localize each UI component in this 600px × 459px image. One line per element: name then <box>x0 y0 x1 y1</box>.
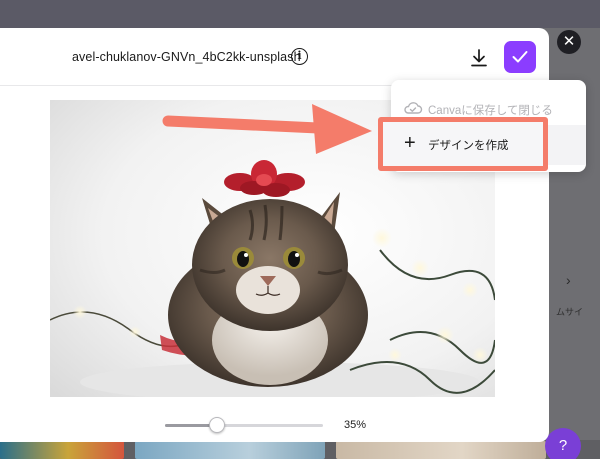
zoom-slider-thumb[interactable] <box>209 417 226 433</box>
background-thumbnail <box>0 441 124 459</box>
create-design-label: デザインを作成 <box>428 140 509 152</box>
background-thumbnail <box>336 441 546 459</box>
chevron-right-icon: › <box>566 272 571 288</box>
checkmark-icon <box>512 51 528 63</box>
zoom-level: 35% <box>344 419 367 431</box>
info-icon[interactable]: i <box>291 48 308 65</box>
file-name: avel-chuklanov-GNVn_4bC2kk-unsplash <box>72 50 301 64</box>
plus-icon: + <box>404 132 416 154</box>
app-background-top <box>0 0 600 28</box>
background-thumbnail <box>135 441 325 459</box>
help-label: ? <box>558 437 568 454</box>
background-side-text: ムサイ <box>556 307 584 317</box>
cloud-check-icon <box>404 102 423 114</box>
save-and-close-label: Canvaに保存して閉じる <box>428 105 553 117</box>
modal-header: avel-chuklanov-GNVn_4bC2kk-unsplash i <box>0 28 549 86</box>
close-button[interactable]: ✕ <box>557 30 581 54</box>
download-icon[interactable] <box>470 48 488 68</box>
help-button[interactable]: ? <box>545 428 581 459</box>
zoom-slider-track[interactable] <box>165 424 323 427</box>
confirm-button[interactable] <box>504 41 536 73</box>
